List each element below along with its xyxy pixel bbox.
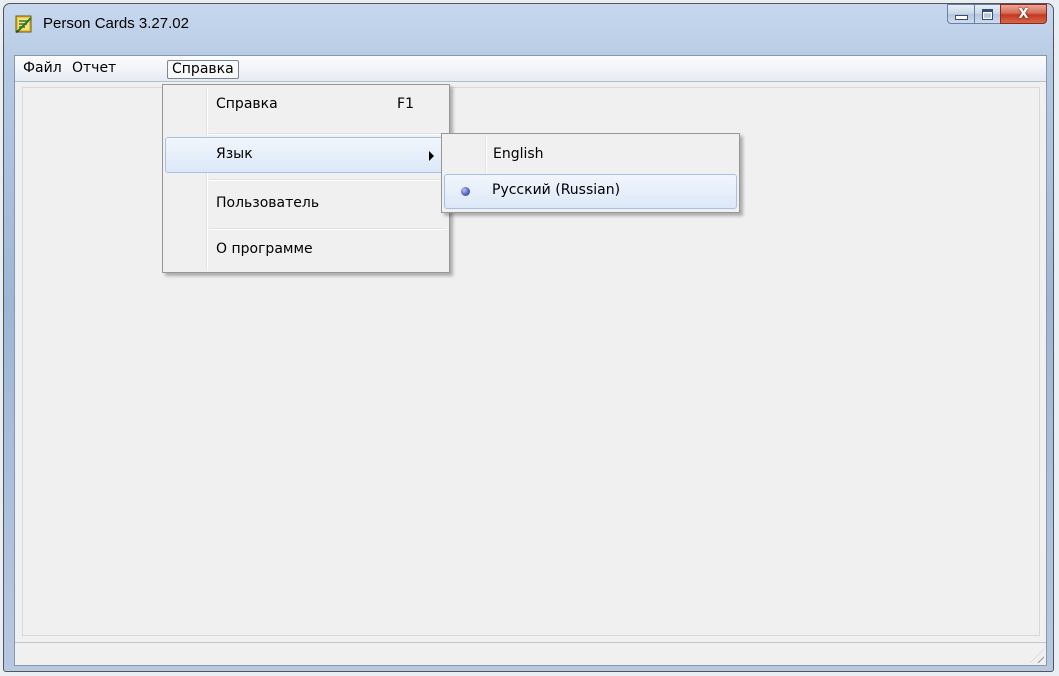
app-window: Person Cards 3.27.02 X Файл Отчет Справк… xyxy=(3,3,1054,672)
menu-item-label: Справка xyxy=(216,96,278,112)
menu-separator xyxy=(209,179,445,180)
resize-grip-icon[interactable] xyxy=(1030,649,1044,663)
shortcut-label: F1 xyxy=(397,96,414,112)
menu-item-english[interactable]: English xyxy=(444,137,737,173)
submenu-arrow-icon xyxy=(429,151,434,161)
menu-item-label: Язык xyxy=(216,146,253,162)
help-menu: Справка F1 Язык Пользователь О программе xyxy=(162,84,450,273)
menu-item-label: English xyxy=(493,146,544,162)
menu-item-label: О программе xyxy=(216,241,313,257)
menu-report[interactable]: Отчет xyxy=(67,60,121,79)
status-bar xyxy=(15,642,1046,665)
menu-item-language[interactable]: Язык xyxy=(165,137,447,173)
menu-separator xyxy=(209,228,445,229)
title-bar[interactable]: Person Cards 3.27.02 X xyxy=(4,4,1053,54)
menu-item-help[interactable]: Справка F1 xyxy=(165,87,447,123)
close-button[interactable]: X xyxy=(1000,4,1047,24)
minimize-button[interactable] xyxy=(947,4,974,24)
maximize-icon xyxy=(982,8,993,20)
close-icon: X xyxy=(1018,6,1029,22)
menu-item-user[interactable]: Пользователь xyxy=(165,186,447,222)
language-submenu: English Русский (Russian) xyxy=(441,133,740,213)
maximize-button[interactable] xyxy=(974,4,1000,24)
menu-item-russian[interactable]: Русский (Russian) xyxy=(444,174,737,209)
menu-separator xyxy=(209,133,445,134)
caption-buttons: X xyxy=(947,4,1047,26)
menu-item-label: Пользователь xyxy=(216,195,320,211)
menu-item-about[interactable]: О программе xyxy=(165,232,447,268)
menu-help[interactable]: Справка xyxy=(167,60,239,79)
menu-bar: Файл Отчет Справка xyxy=(15,56,1046,82)
notebook-pencil-icon xyxy=(15,15,32,33)
menu-item-label: Русский (Russian) xyxy=(492,182,621,198)
radio-checked-icon xyxy=(461,187,470,196)
minimize-icon xyxy=(954,14,968,20)
window-title: Person Cards 3.27.02 xyxy=(43,15,189,32)
menu-file[interactable]: Файл xyxy=(18,60,67,79)
